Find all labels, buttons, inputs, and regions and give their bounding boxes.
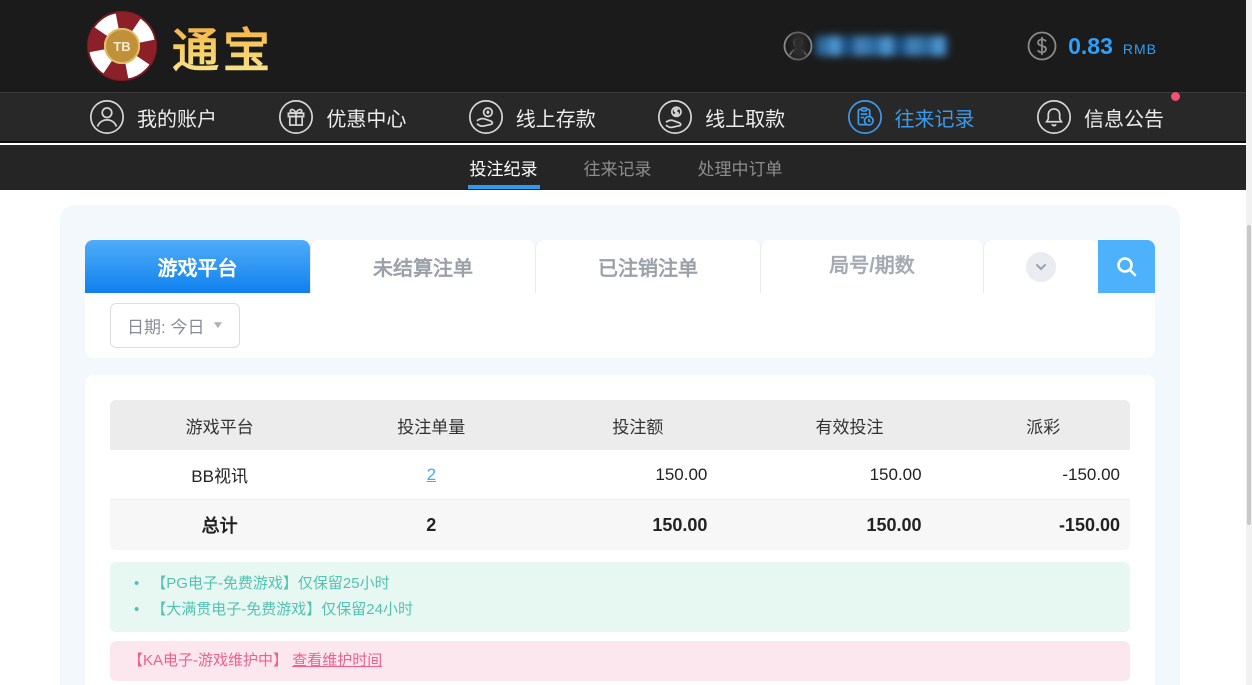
wallet-balance[interactable]: 0.83 RMB [1026, 30, 1157, 62]
filter-tab-row: 游戏平台 未结算注单 已注销注单 [85, 240, 1155, 293]
nav-item-announcements[interactable]: 信息公告 [1035, 98, 1164, 136]
col-header-bet-amount: 投注额 [533, 400, 742, 450]
subnav-tab-bet-records[interactable]: 投注纪录 [468, 145, 540, 190]
maintenance-schedule-link[interactable]: 查看维护时间 [292, 652, 382, 669]
info-notice-box: 【PG电子-免费游戏】仅保留25小时 【大满贯电子-免费游戏】仅保留24小时 [110, 562, 1130, 632]
subnav-tab-processing-orders[interactable]: 处理中订单 [696, 145, 785, 190]
date-filter-label: 日期: 今日 [127, 313, 204, 338]
date-filter-row: 日期: 今日 ▼ [85, 293, 1155, 358]
total-payout: -150.00 [957, 500, 1130, 550]
total-bet-count: 2 [329, 500, 533, 550]
nav-item-withdraw[interactable]: 线上取款 [656, 98, 785, 136]
cell-platform: BB视讯 [110, 450, 329, 500]
username-blurred [816, 36, 948, 56]
header-right: 0.83 RMB [782, 30, 1157, 62]
deposit-icon [467, 98, 505, 136]
bet-count-link[interactable]: 2 [427, 465, 436, 484]
page: TB 通宝 [0, 0, 1252, 685]
gift-icon [277, 98, 315, 136]
col-header-bet-count: 投注单量 [329, 400, 533, 450]
sub-nav: 投注纪录 往来记录 处理中订单 [0, 145, 1252, 190]
cell-valid-bet: 150.00 [742, 450, 956, 500]
chevron-down-button[interactable] [1026, 252, 1056, 282]
nav-item-transaction-records[interactable]: 往来记录 [846, 98, 975, 136]
cell-bet-count: 2 [329, 450, 533, 500]
cell-bet-amount: 150.00 [533, 450, 742, 500]
tab-label: 未结算注单 [373, 252, 473, 281]
subnav-label: 往来记录 [584, 155, 652, 180]
table-header-row: 游戏平台 投注单量 投注额 有效投注 派彩 [110, 400, 1130, 450]
round-number-input[interactable] [761, 240, 983, 293]
balance-amount: 0.83 [1068, 33, 1113, 60]
table-total-row: 总计 2 150.00 150.00 -150.00 [110, 500, 1130, 550]
poker-chip-logo-icon: TB [86, 10, 158, 82]
table-row: BB视讯 2 150.00 150.00 -150.00 [110, 450, 1130, 500]
vertical-scrollbar [1246, 0, 1252, 685]
user-circle-icon [88, 98, 126, 136]
coin-dollar-icon [1026, 30, 1058, 62]
svg-text:TB: TB [113, 39, 130, 54]
nav-label: 线上存款 [516, 103, 596, 132]
subnav-label: 投注纪录 [470, 155, 538, 180]
subnav-label: 处理中订单 [698, 155, 783, 180]
bell-icon [1035, 98, 1073, 136]
filter-card: 游戏平台 未结算注单 已注销注单 [85, 240, 1155, 358]
nav-label: 我的账户 [137, 103, 217, 132]
bet-summary-table: 游戏平台 投注单量 投注额 有效投注 派彩 BB视讯 2 150.00 [110, 400, 1130, 550]
report-card: 游戏平台 投注单量 投注额 有效投注 派彩 BB视讯 2 150.00 [85, 375, 1155, 685]
nav-label: 线上取款 [705, 103, 785, 132]
top-header: TB 通宝 [0, 0, 1252, 92]
total-bet-amount: 150.00 [533, 500, 742, 550]
col-header-payout: 派彩 [957, 400, 1130, 450]
total-valid-bet: 150.00 [742, 500, 956, 550]
tab-game-platform[interactable]: 游戏平台 [85, 240, 310, 293]
cell-payout: -150.00 [957, 450, 1130, 500]
nav-item-promotions[interactable]: 优惠中心 [277, 98, 406, 136]
brand-logo[interactable]: TB 通宝 [86, 10, 274, 82]
brand-name: 通宝 [172, 12, 274, 81]
content-container: 游戏平台 未结算注单 已注销注单 [60, 205, 1180, 685]
tab-cancelled-bets[interactable]: 已注销注单 [535, 240, 760, 293]
round-number-cell [760, 240, 983, 293]
nav-label: 优惠中心 [326, 103, 406, 132]
scrollbar-thumb[interactable] [1247, 225, 1251, 525]
main-nav: 我的账户 优惠中心 [0, 92, 1252, 143]
withdraw-icon [656, 98, 694, 136]
blur-smudge [792, 33, 806, 59]
subnav-tab-transaction-records[interactable]: 往来记录 [582, 145, 654, 190]
info-notice-line: 【PG电子-免费游戏】仅保留25小时 [128, 571, 1112, 597]
caret-down-icon: ▼ [211, 320, 225, 331]
col-header-valid-bet: 有效投注 [742, 400, 956, 450]
nav-label: 信息公告 [1084, 103, 1164, 132]
balance-currency: RMB [1123, 36, 1157, 57]
col-header-platform: 游戏平台 [110, 400, 329, 450]
tab-label: 游戏平台 [158, 252, 238, 281]
info-notice-line: 【大满贯电子-免费游戏】仅保留24小时 [128, 597, 1112, 623]
total-label: 总计 [110, 500, 329, 550]
records-icon [846, 98, 884, 136]
expand-cell [983, 240, 1098, 293]
notification-badge-dot [1171, 92, 1180, 101]
nav-item-deposit[interactable]: 线上存款 [467, 98, 596, 136]
tab-label: 已注销注单 [598, 252, 698, 281]
nav-item-my-account[interactable]: 我的账户 [88, 98, 217, 136]
search-icon [1114, 254, 1140, 280]
nav-label: 往来记录 [895, 103, 975, 132]
tab-unsettled-bets[interactable]: 未结算注单 [310, 240, 535, 293]
maintenance-notice-text: 【KA电子-游戏维护中】 [128, 652, 288, 669]
maintenance-notice-box: 【KA电子-游戏维护中】 查看维护时间 [110, 641, 1130, 681]
user-account-chip[interactable] [782, 30, 948, 62]
search-button[interactable] [1098, 240, 1155, 293]
date-filter-button[interactable]: 日期: 今日 ▼ [110, 303, 240, 348]
